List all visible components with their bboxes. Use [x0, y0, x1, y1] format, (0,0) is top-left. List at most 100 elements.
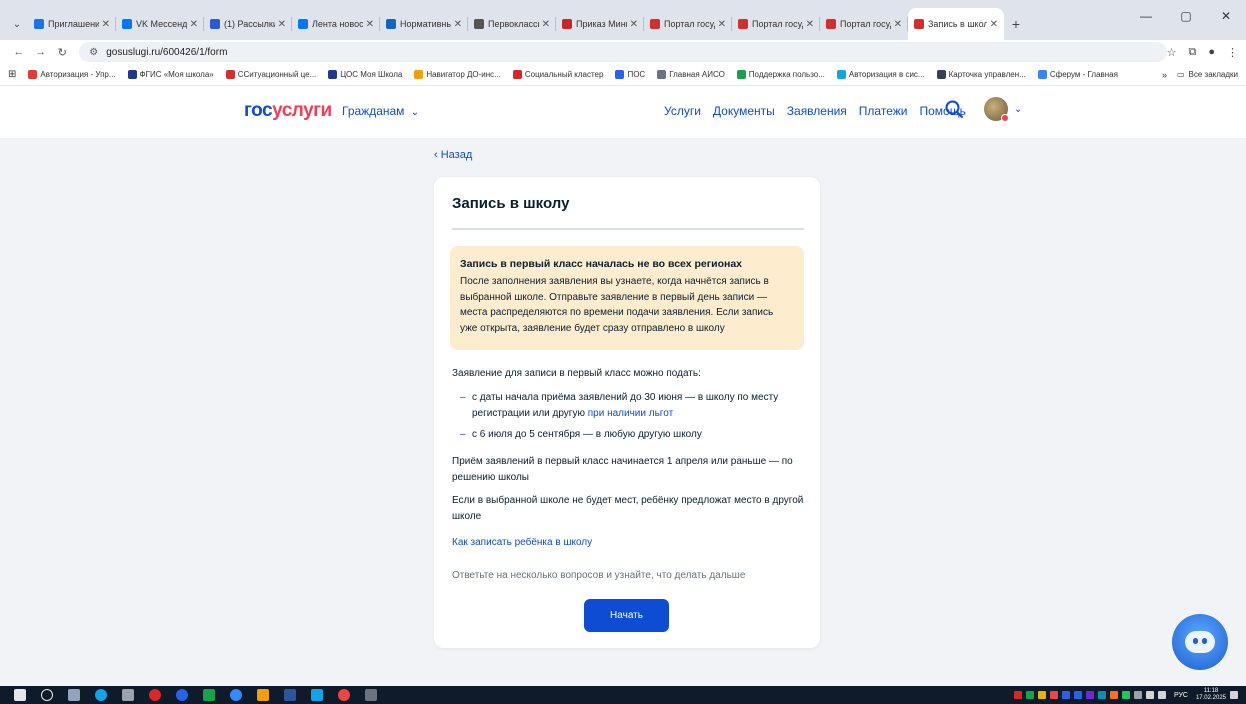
notifications-icon[interactable]: [1230, 691, 1238, 699]
browser-tab[interactable]: Портал госуд ✕: [820, 8, 908, 40]
bookmark-item[interactable]: ПОС: [615, 70, 645, 79]
tab-close-icon[interactable]: ✕: [454, 19, 462, 30]
new-tab-button[interactable]: +: [1004, 8, 1028, 40]
tray-icon[interactable]: [1049, 691, 1058, 699]
browser-tab[interactable]: Лента новост ✕: [292, 8, 380, 40]
profile-chevron-down-icon[interactable]: ⌄: [1014, 104, 1022, 115]
benefits-link[interactable]: при наличии льгот: [588, 408, 673, 419]
bookmark-item[interactable]: Главная АИСО: [657, 70, 725, 79]
nav-applications[interactable]: Заявления: [787, 104, 847, 118]
skype-icon[interactable]: [95, 689, 107, 701]
bookmark-item[interactable]: Навигатор ДО-инс...: [414, 70, 501, 79]
volume-icon[interactable]: [1157, 691, 1166, 699]
clock[interactable]: 11:18 17.02.2025: [1196, 688, 1226, 702]
audience-label: Гражданам: [342, 104, 405, 118]
tray-icon[interactable]: [1109, 691, 1118, 699]
clock-date: 17.02.2025: [1195, 695, 1226, 701]
tab-close-icon[interactable]: ✕: [366, 19, 374, 30]
reload-icon[interactable]: ↻: [52, 46, 74, 59]
url-field[interactable]: ⚙ gosuslugi.ru/600426/1/form: [79, 42, 1167, 62]
main-nav: Услуги Документы Заявления Платежи Помощ…: [664, 104, 966, 118]
zoom-icon[interactable]: [230, 689, 242, 701]
tray-icon[interactable]: [1085, 691, 1094, 699]
ie-icon[interactable]: [176, 689, 188, 701]
tab-close-icon[interactable]: ✕: [102, 19, 110, 30]
close-window-icon[interactable]: ✕: [1206, 0, 1246, 32]
restore-icon[interactable]: ▢: [1166, 0, 1206, 32]
back-arrow-icon[interactable]: ←: [8, 46, 30, 58]
taskbar-search-icon[interactable]: [41, 689, 53, 701]
browser-tab[interactable]: Нормативны ✕: [380, 8, 468, 40]
browser-tab[interactable]: Портал госуд ✕: [644, 8, 732, 40]
language-indicator[interactable]: РУС: [1174, 692, 1188, 699]
opera-icon[interactable]: [149, 689, 161, 701]
forward-arrow-icon[interactable]: →: [30, 46, 52, 58]
app-icon[interactable]: [311, 689, 323, 701]
tray-icon[interactable]: [1097, 691, 1106, 699]
browser-tab[interactable]: Запись в школ ✕: [908, 8, 1004, 40]
bookmark-item[interactable]: Социальный кластер: [512, 70, 603, 79]
list-dash: –: [460, 429, 466, 440]
bookmark-item[interactable]: ССитуационный це...: [225, 70, 316, 79]
tab-close-icon[interactable]: ✕: [278, 19, 286, 30]
app-icon[interactable]: [365, 689, 377, 701]
bookmark-item[interactable]: Поддержка пользо...: [736, 70, 825, 79]
chrome-icon[interactable]: [338, 689, 350, 701]
browser-menu-icon[interactable]: ⋮: [1227, 46, 1238, 59]
minimize-icon[interactable]: —: [1126, 0, 1166, 32]
app-icon[interactable]: [257, 689, 269, 701]
bookmarks-more-button[interactable]: »: [1162, 70, 1167, 80]
bookmark-list: Авторизация - Упр... ФГИС «Моя школа» ССит…: [28, 70, 1130, 79]
app-icon[interactable]: [203, 689, 215, 701]
tab-close-icon[interactable]: ✕: [542, 19, 550, 30]
browser-tab[interactable]: (1) Рассылки ✕: [204, 8, 292, 40]
bookmark-item[interactable]: Авторизация в сис...: [836, 70, 925, 79]
profile-icon[interactable]: ●: [1208, 46, 1215, 58]
bookmark-item[interactable]: Авторизация - Упр...: [28, 70, 116, 79]
tab-search-chevron-icon[interactable]: ⌄: [6, 8, 28, 40]
tray-icon[interactable]: [1013, 691, 1022, 699]
browser-tab[interactable]: VK Мессендж✕: [116, 8, 204, 40]
tray-icon[interactable]: [1037, 691, 1046, 699]
browser-tab[interactable]: Приглашени ✕: [28, 8, 116, 40]
bookmark-item[interactable]: ЦОС Моя Школа: [328, 70, 402, 79]
apps-grid-icon[interactable]: ⊞: [8, 69, 16, 80]
howto-link[interactable]: Как записать ребёнка в школу: [452, 535, 804, 551]
nav-documents[interactable]: Документы: [713, 104, 775, 118]
start-menu-icon[interactable]: [14, 689, 26, 701]
bookmark-item[interactable]: Сферум - Главная: [1037, 70, 1118, 79]
tray-icon[interactable]: [1133, 691, 1142, 699]
tab-close-icon[interactable]: ✕: [718, 19, 726, 30]
start-button[interactable]: Начать: [584, 599, 669, 632]
user-avatar[interactable]: [984, 97, 1009, 122]
tab-close-icon[interactable]: ✕: [806, 19, 814, 30]
gosuslugi-logo[interactable]: госуслуги: [244, 100, 332, 122]
assistant-robot-icon[interactable]: [1172, 614, 1228, 670]
tray-icon[interactable]: [1121, 691, 1130, 699]
tab-close-icon[interactable]: ✕: [190, 19, 198, 30]
tray-icon[interactable]: [1061, 691, 1070, 699]
audience-selector[interactable]: Гражданам ⌄: [342, 104, 419, 118]
tray-icon[interactable]: [1025, 691, 1034, 699]
app-icon[interactable]: [122, 689, 134, 701]
back-link[interactable]: ‹ Назад: [434, 149, 472, 161]
tab-close-icon[interactable]: ✕: [990, 19, 998, 30]
network-icon[interactable]: [1145, 691, 1154, 699]
word-icon[interactable]: [284, 689, 296, 701]
extensions-icon[interactable]: ⧉: [1189, 46, 1197, 59]
tab-close-icon[interactable]: ✕: [630, 19, 638, 30]
browser-tab[interactable]: Приказ Мини ✕: [556, 8, 644, 40]
all-bookmarks-folder[interactable]: ▭ Все закладки: [1177, 70, 1238, 79]
bookmark-star-icon[interactable]: ☆: [1167, 46, 1177, 59]
tab-close-icon[interactable]: ✕: [894, 19, 902, 30]
bookmark-item[interactable]: ФГИС «Моя школа»: [127, 70, 214, 79]
bookmark-item[interactable]: Карточка управлен...: [936, 70, 1026, 79]
nav-payments[interactable]: Платежи: [859, 104, 908, 118]
task-view-icon[interactable]: [68, 689, 80, 701]
nav-services[interactable]: Услуги: [664, 104, 701, 118]
search-icon[interactable]: [944, 99, 964, 119]
browser-tab[interactable]: Портал госуд ✕: [732, 8, 820, 40]
browser-tab[interactable]: Первоклассн ✕: [468, 8, 556, 40]
site-info-icon[interactable]: ⚙: [89, 47, 98, 58]
tray-icon[interactable]: [1073, 691, 1082, 699]
